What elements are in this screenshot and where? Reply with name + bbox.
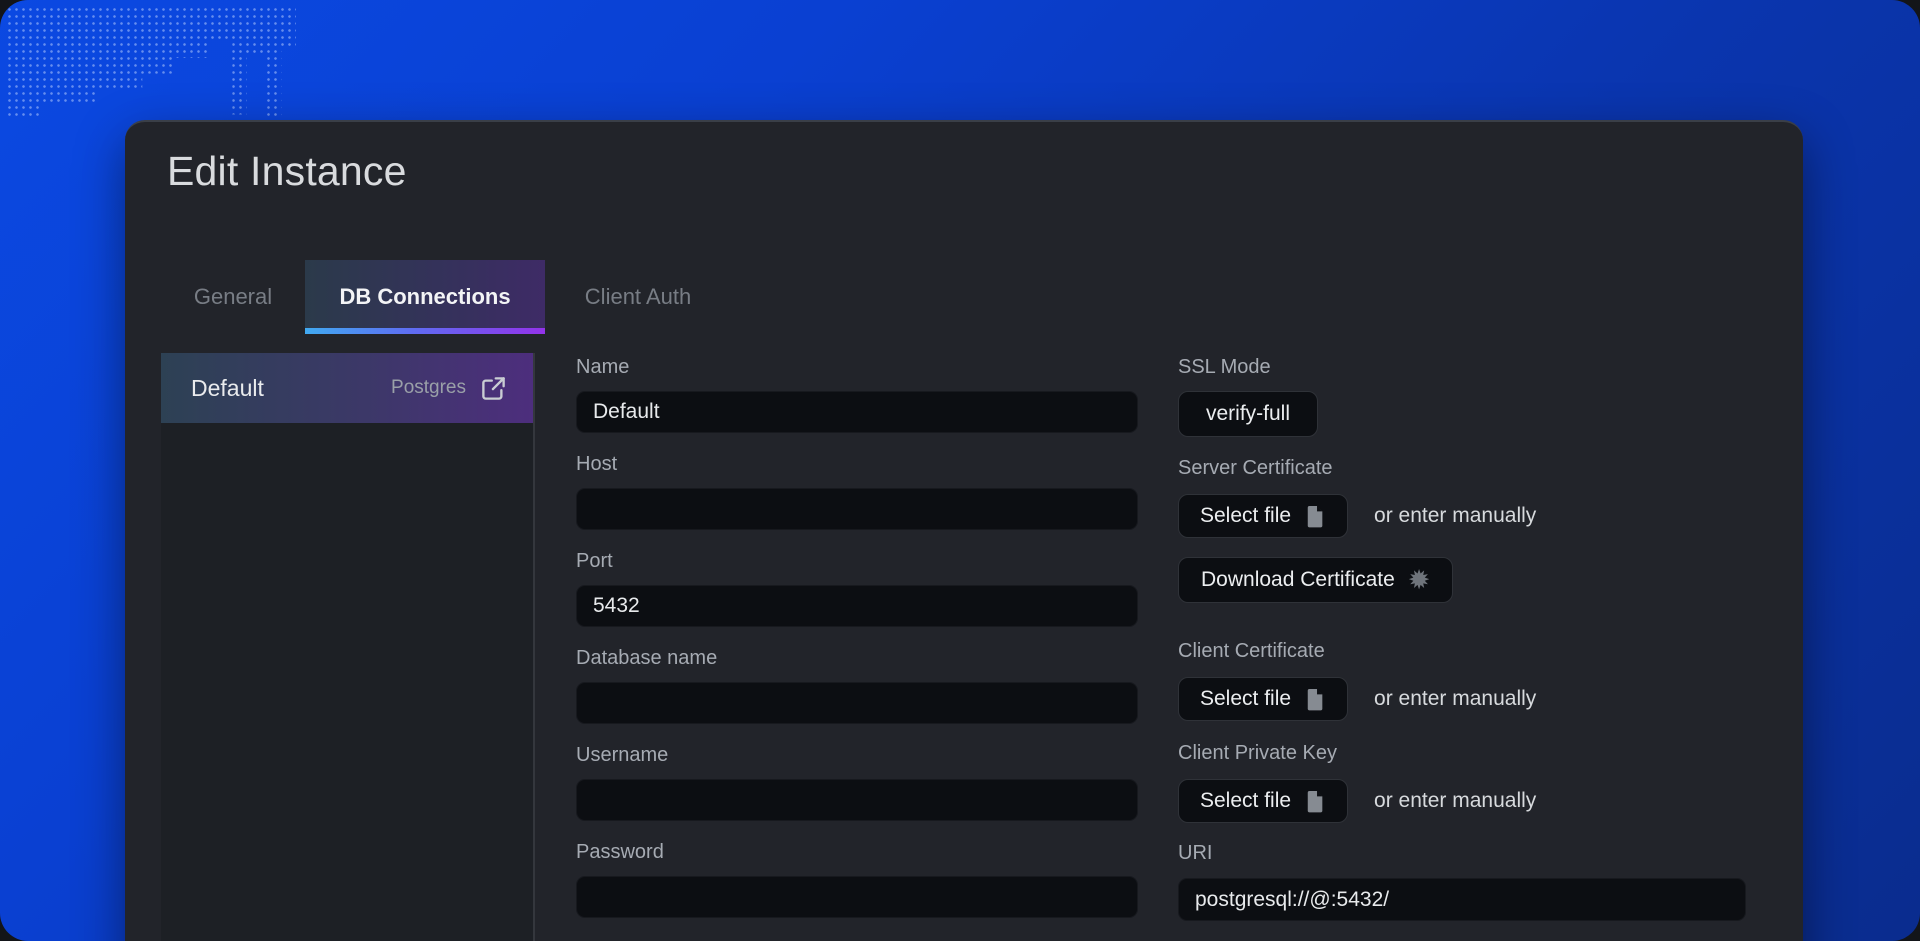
- client-certificate-select-file-button[interactable]: Select file: [1178, 677, 1348, 721]
- client-private-key-row: Select file or enter manually: [1178, 779, 1536, 823]
- client-certificate-row: Select file or enter manually: [1178, 677, 1536, 721]
- server-certificate-enter-manually[interactable]: or enter manually: [1374, 504, 1536, 528]
- connection-type-label: Postgres: [391, 377, 466, 399]
- file-icon: [1304, 687, 1326, 712]
- download-certificate-button[interactable]: Download Certificate ✹: [1178, 557, 1453, 603]
- host-label: Host: [576, 452, 1138, 477]
- name-input[interactable]: [576, 391, 1138, 433]
- tab-bar: General DB Connections Client Auth: [161, 260, 731, 334]
- download-certificate-label: Download Certificate: [1201, 568, 1395, 592]
- client-certificate-label: Client Certificate: [1178, 639, 1325, 664]
- tab-general[interactable]: General: [161, 260, 305, 334]
- connection-name: Default: [191, 375, 264, 402]
- active-tab-underline: [305, 328, 545, 334]
- username-label: Username: [576, 743, 1138, 768]
- external-link-icon[interactable]: [480, 375, 507, 402]
- name-label: Name: [576, 355, 1138, 380]
- connections-sidebar: Default Postgres: [161, 353, 535, 941]
- file-icon: [1304, 504, 1326, 529]
- select-file-label: Select file: [1200, 687, 1291, 711]
- ssl-mode-label: SSL Mode: [1178, 355, 1271, 380]
- select-file-label: Select file: [1200, 504, 1291, 528]
- edit-instance-modal: Edit Instance General DB Connections Cli…: [125, 120, 1803, 941]
- password-field-group: Password: [576, 840, 1138, 918]
- host-input[interactable]: [576, 488, 1138, 530]
- client-private-key-label: Client Private Key: [1178, 741, 1337, 766]
- password-label: Password: [576, 840, 1138, 865]
- port-field-group: Port: [576, 549, 1138, 627]
- port-input[interactable]: [576, 585, 1138, 627]
- tab-client-auth-label: Client Auth: [585, 284, 691, 310]
- uri-label: URI: [1178, 841, 1212, 866]
- app-background: Edit Instance General DB Connections Cli…: [0, 0, 1920, 941]
- select-file-label: Select file: [1200, 789, 1291, 813]
- connection-form-right: SSL Mode verify-full Server Certificate …: [1178, 355, 1746, 921]
- dotted-corner-decoration: [6, 6, 296, 119]
- tab-db-connections-label: DB Connections: [339, 284, 510, 310]
- file-icon: [1304, 789, 1326, 814]
- uri-input[interactable]: [1178, 878, 1746, 921]
- server-certificate-row: Select file or enter manually: [1178, 494, 1536, 538]
- database-input[interactable]: [576, 682, 1138, 724]
- client-certificate-enter-manually[interactable]: or enter manually: [1374, 687, 1536, 711]
- tab-client-auth[interactable]: Client Auth: [545, 260, 731, 334]
- client-private-key-enter-manually[interactable]: or enter manually: [1374, 789, 1536, 813]
- page-title: Edit Instance: [167, 148, 407, 195]
- ssl-mode-value: verify-full: [1206, 402, 1290, 426]
- server-certificate-select-file-button[interactable]: Select file: [1178, 494, 1348, 538]
- username-input[interactable]: [576, 779, 1138, 821]
- connection-meta: Postgres: [391, 375, 507, 402]
- username-field-group: Username: [576, 743, 1138, 821]
- password-input[interactable]: [576, 876, 1138, 918]
- tab-db-connections[interactable]: DB Connections: [305, 260, 545, 334]
- tab-general-label: General: [194, 284, 272, 310]
- name-field-group: Name: [576, 355, 1138, 433]
- ssl-mode-button[interactable]: verify-full: [1178, 391, 1318, 437]
- host-field-group: Host: [576, 452, 1138, 530]
- port-label: Port: [576, 549, 1138, 574]
- database-field-group: Database name: [576, 646, 1138, 724]
- connection-form-left: Name Host Port Database name Username Pa…: [576, 355, 1138, 937]
- client-private-key-select-file-button[interactable]: Select file: [1178, 779, 1348, 823]
- connection-item-default[interactable]: Default Postgres: [161, 353, 533, 423]
- server-certificate-label: Server Certificate: [1178, 456, 1333, 481]
- database-label: Database name: [576, 646, 1138, 671]
- certificate-seal-icon: ✹: [1408, 567, 1431, 594]
